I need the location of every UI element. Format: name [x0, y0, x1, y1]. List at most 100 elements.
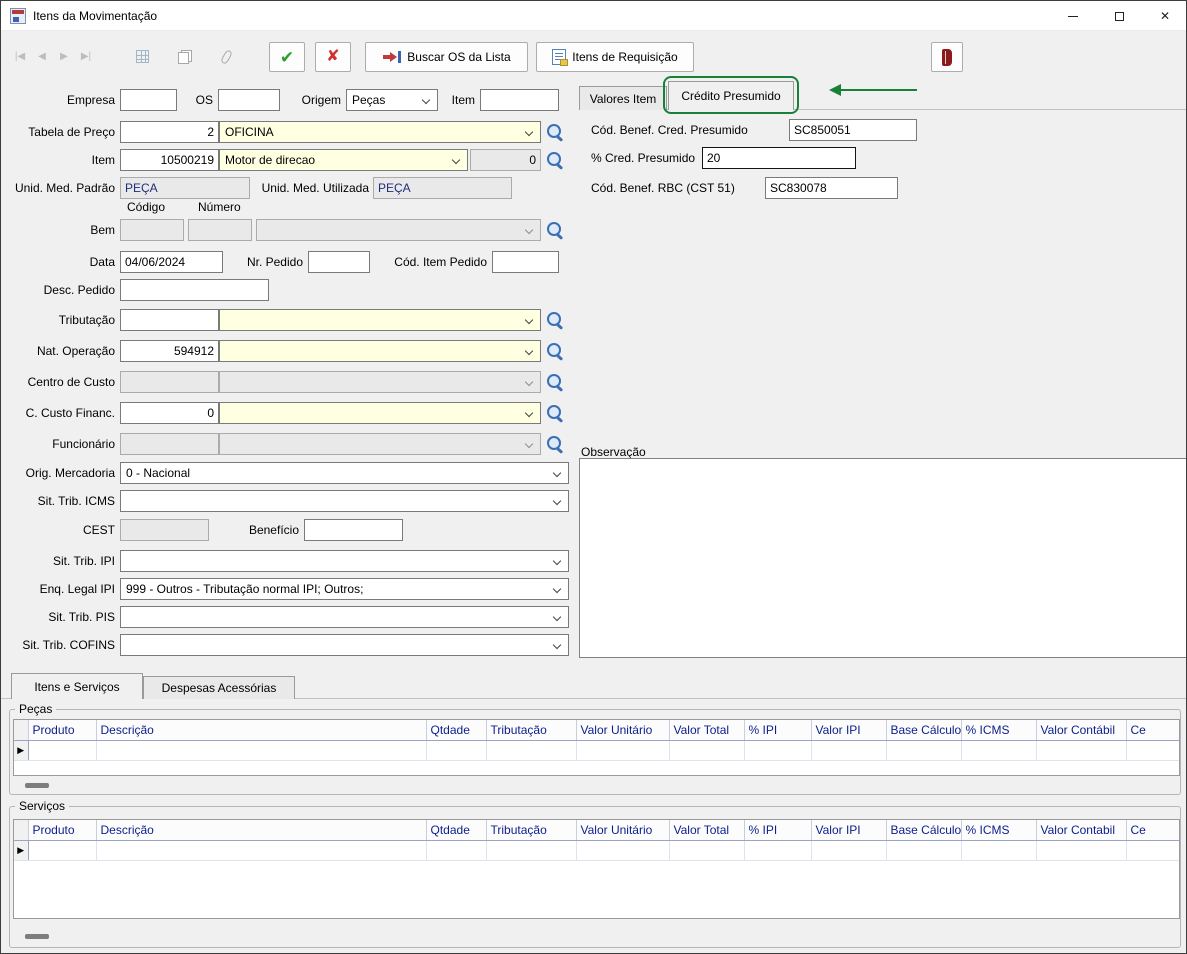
orig-mercadoria-combo[interactable]: 0 - Nacional — [120, 462, 569, 484]
pecas-col-tributacao[interactable]: Tributação — [486, 720, 576, 740]
minimize-button[interactable] — [1050, 1, 1096, 31]
pecas-table-row[interactable]: ▶ — [14, 740, 1180, 760]
enq-legal-ipi-combo[interactable]: 999 - Outros - Tributação normal IPI; Ou… — [120, 578, 569, 600]
cod-benef-rbc-input[interactable] — [765, 177, 898, 199]
empresa-input[interactable] — [120, 89, 177, 111]
cod-item-pedido-input[interactable] — [492, 251, 559, 273]
pct-cred-input[interactable] — [702, 147, 856, 169]
tabela-preco-lookup-button[interactable] — [544, 121, 566, 143]
sit-trib-pis-combo[interactable] — [120, 606, 569, 628]
pecas-col-qtdade[interactable]: Qtdade — [426, 720, 486, 740]
cancel-button[interactable]: ✘ — [315, 42, 351, 72]
pecas-col-valor-unitario[interactable]: Valor Unitário — [576, 720, 669, 740]
pecas-hscroll-thumb[interactable] — [25, 783, 49, 788]
servicos-col-valor-ipi[interactable]: Valor IPI — [811, 820, 886, 840]
confirm-button[interactable]: ✔ — [269, 42, 305, 72]
c-custo-financ-lookup-button[interactable] — [544, 402, 566, 424]
servicos-col-valor-total[interactable]: Valor Total — [669, 820, 744, 840]
buscar-os-button[interactable]: Buscar OS da Lista — [365, 42, 528, 72]
servicos-col-valor-contabil[interactable]: Valor Contabil — [1036, 820, 1126, 840]
servicos-col-tributacao[interactable]: Tributação — [486, 820, 576, 840]
servicos-col-produto[interactable]: Produto — [28, 820, 96, 840]
grid-tool-button[interactable] — [129, 43, 156, 70]
servicos-hscroll-thumb[interactable] — [25, 934, 49, 939]
sit-trib-ipi-combo[interactable] — [120, 550, 569, 572]
annotation-arrow-head — [829, 84, 841, 96]
chevron-down-icon — [422, 96, 430, 104]
desc-pedido-input[interactable] — [120, 279, 269, 301]
pecas-col-base-calculo[interactable]: Base Cálculo — [886, 720, 961, 740]
magnifier-icon — [546, 342, 564, 360]
pecas-col-produto[interactable]: Produto — [28, 720, 96, 740]
attach-icon — [220, 49, 233, 65]
servicos-col-pct-icms[interactable]: % ICMS — [961, 820, 1036, 840]
pecas-col-valor-total[interactable]: Valor Total — [669, 720, 744, 740]
bem-combo — [256, 219, 541, 241]
servicos-col-descricao[interactable]: Descrição — [96, 820, 426, 840]
tributacao-combo[interactable] — [219, 309, 541, 331]
servicos-col-base-calculo[interactable]: Base Cálculo — [886, 820, 961, 840]
centro-custo-code-display — [120, 371, 219, 393]
origem-combo[interactable]: Peças — [346, 89, 438, 111]
tributacao-code-input[interactable] — [120, 309, 219, 331]
tab-credito-presumido[interactable]: Crédito Presumido — [668, 81, 794, 110]
servicos-col-ce[interactable]: Ce — [1126, 820, 1180, 840]
nav-prior-button[interactable]: ◀ — [31, 46, 53, 67]
nav-last-button[interactable]: ▶| — [75, 46, 97, 67]
centro-custo-lookup-button[interactable] — [544, 371, 566, 393]
nat-operacao-combo[interactable] — [219, 340, 541, 362]
tributacao-lookup-button[interactable] — [544, 309, 566, 331]
funcionario-lookup-button[interactable] — [544, 433, 566, 455]
cod-benef-cred-input[interactable] — [789, 119, 917, 141]
servicos-table-row[interactable]: ▶ — [14, 840, 1180, 860]
chevron-down-icon — [553, 613, 561, 621]
attach-tool-button[interactable] — [213, 43, 240, 70]
nat-operacao-code-input[interactable] — [120, 340, 219, 362]
observacao-textarea[interactable] — [579, 458, 1187, 658]
copy-tool-button[interactable] — [171, 43, 198, 70]
pecas-col-pct-icms[interactable]: % ICMS — [961, 720, 1036, 740]
nat-operacao-lookup-button[interactable] — [544, 340, 566, 362]
servicos-hscrollbar[interactable] — [13, 931, 1176, 941]
os-input[interactable] — [218, 89, 280, 111]
nav-next-button[interactable]: ▶ — [53, 46, 75, 67]
item-top-input[interactable] — [480, 89, 559, 111]
item-combo[interactable]: Motor de direcao — [219, 149, 468, 171]
sit-trib-icms-combo[interactable] — [120, 490, 569, 512]
close-button[interactable]: ✕ — [1142, 1, 1187, 31]
manual-button[interactable] — [931, 42, 963, 72]
bem-lookup-button[interactable] — [544, 219, 566, 241]
c-custo-financ-combo[interactable] — [219, 402, 541, 424]
tabela-preco-combo[interactable]: OFICINA — [219, 121, 541, 143]
servicos-grid[interactable]: Produto Descrição Qtdade Tributação Valo… — [13, 819, 1180, 919]
nr-pedido-input[interactable] — [308, 251, 370, 273]
pecas-col-pct-ipi[interactable]: % IPI — [744, 720, 811, 740]
pecas-hscrollbar[interactable] — [13, 780, 1176, 790]
servicos-col-pct-ipi[interactable]: % IPI — [744, 820, 811, 840]
desc-pedido-label: Desc. Pedido — [11, 279, 115, 301]
tabela-preco-label: Tabela de Preço — [11, 121, 115, 143]
data-input[interactable] — [120, 251, 223, 273]
servicos-col-valor-unitario[interactable]: Valor Unitário — [576, 820, 669, 840]
pecas-grid[interactable]: Produto Descrição Qtdade Tributação Valo… — [13, 719, 1180, 776]
maximize-button[interactable] — [1096, 1, 1142, 31]
sit-trib-cofins-combo[interactable] — [120, 634, 569, 656]
tab-despesas-acessorias[interactable]: Despesas Acessórias — [143, 676, 295, 699]
itens-requisicao-button[interactable]: Itens de Requisição — [536, 42, 694, 72]
item-code-input[interactable] — [120, 149, 219, 171]
servicos-group-title: Serviços — [15, 799, 69, 813]
nav-first-button[interactable]: |◀ — [9, 46, 31, 67]
pct-cred-label: % Cred. Presumido — [591, 147, 701, 169]
pecas-col-valor-contabil[interactable]: Valor Contábil — [1036, 720, 1126, 740]
tabela-preco-code-input[interactable] — [120, 121, 219, 143]
pecas-col-ce[interactable]: Ce — [1126, 720, 1180, 740]
item-lookup-button[interactable] — [544, 149, 566, 171]
pecas-col-valor-ipi[interactable]: Valor IPI — [811, 720, 886, 740]
beneficio-input[interactable] — [304, 519, 403, 541]
pecas-col-descricao[interactable]: Descrição — [96, 720, 426, 740]
servicos-col-qtdade[interactable]: Qtdade — [426, 820, 486, 840]
c-custo-financ-code-input[interactable] — [120, 402, 219, 424]
magnifier-icon — [546, 151, 564, 169]
tab-valores-item[interactable]: Valores Item — [579, 86, 667, 110]
tab-itens-e-servicos[interactable]: Itens e Serviços — [11, 673, 143, 699]
